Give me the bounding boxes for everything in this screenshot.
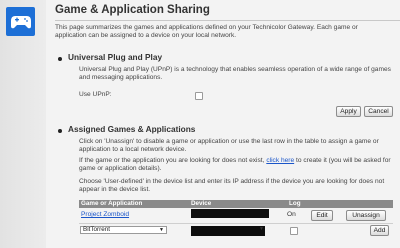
unassign-button[interactable]: Unassign — [346, 210, 386, 221]
main-content: Game & Application Sharing This page sum… — [46, 0, 400, 248]
add-button[interactable]: Add — [370, 225, 389, 236]
user-defined-note: Choose 'User-defined' in the device list… — [79, 178, 385, 194]
apply-button[interactable]: Apply — [336, 106, 361, 117]
page-title: Game & Application Sharing — [55, 4, 210, 16]
page-intro: This page summarizes the games and appli… — [55, 24, 358, 40]
column-header-app: Game or Application — [81, 200, 143, 207]
bullet-icon — [58, 129, 62, 133]
app-select-value: BitTorrent — [83, 226, 110, 233]
bullet-icon — [58, 57, 62, 61]
cancel-button[interactable]: Cancel — [364, 106, 393, 117]
app-name-link[interactable]: Project Zomboid — [81, 211, 129, 218]
chevron-down-icon[interactable]: ▼ — [259, 226, 264, 232]
column-header-log: Log — [289, 200, 301, 207]
table-header: Game or Application Device Log — [79, 200, 393, 208]
redacted-device — [191, 209, 269, 218]
create-app-note: If the game or the application you are l… — [79, 157, 391, 174]
app-select[interactable]: BitTorrent ▼ — [80, 226, 167, 234]
column-header-device: Device — [191, 200, 212, 207]
click-here-link[interactable]: click here — [266, 157, 294, 164]
gamepad-icon — [6, 7, 35, 36]
title-divider — [55, 20, 400, 21]
upnp-heading: Universal Plug and Play — [68, 52, 163, 62]
chevron-down-icon: ▼ — [159, 227, 164, 233]
edit-button[interactable]: Edit — [311, 210, 333, 221]
sidebar — [0, 0, 46, 248]
use-upnp-checkbox[interactable] — [195, 92, 203, 100]
assigned-instructions: Click on 'Unassign' to disable a game or… — [79, 138, 379, 154]
assigned-heading: Assigned Games & Applications — [68, 124, 196, 134]
row-divider — [79, 223, 393, 224]
upnp-description: Universal Plug and Play (UPnP) is a tech… — [79, 66, 391, 82]
redacted-device-select — [191, 226, 265, 236]
create-app-text-before: If the game or the application you are l… — [79, 157, 267, 164]
log-status: On — [287, 211, 296, 218]
new-log-checkbox[interactable] — [290, 227, 298, 235]
use-upnp-label: Use UPnP: — [79, 91, 112, 98]
